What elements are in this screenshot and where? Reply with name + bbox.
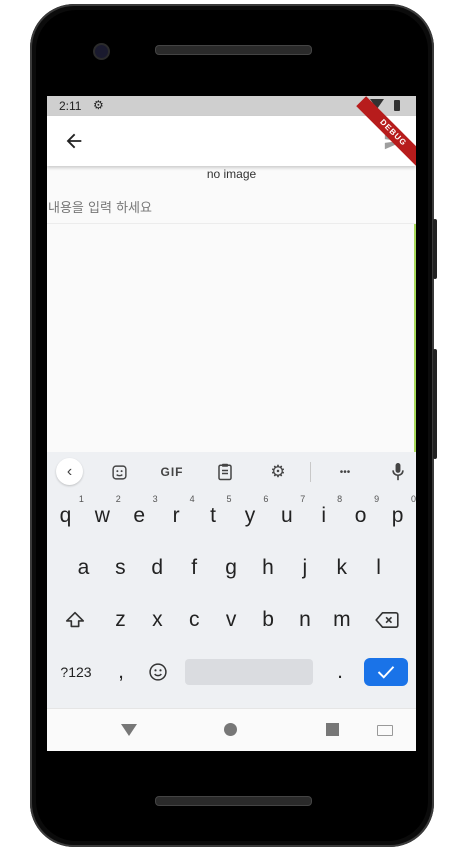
key-y[interactable]: y6 [232, 494, 269, 536]
content-input[interactable] [47, 193, 416, 223]
top-speaker [155, 45, 312, 55]
shift-icon [65, 611, 85, 628]
keyboard-toolbar: ‹ GIF ⚙ ••• [47, 452, 416, 492]
backspace-icon [375, 611, 399, 629]
status-time: 2:11 [59, 99, 82, 113]
emoji-key[interactable] [141, 652, 175, 692]
key-c[interactable]: c [176, 600, 213, 640]
enter-key[interactable] [364, 658, 408, 686]
nav-back-icon[interactable] [121, 724, 137, 736]
key-v[interactable]: v [213, 600, 250, 640]
key-t[interactable]: t5 [195, 494, 231, 536]
battery-icon [394, 100, 400, 111]
key-m[interactable]: m [323, 600, 360, 640]
arrow-back-icon[interactable] [63, 130, 85, 152]
edge-highlight [414, 224, 416, 452]
app-bar: DEBUG [47, 96, 416, 170]
key-d[interactable]: d [139, 548, 176, 588]
power-button [433, 349, 437, 459]
emoji-icon [149, 663, 167, 681]
key-o[interactable]: o9 [342, 494, 379, 536]
symbols-key[interactable]: ?123 [51, 652, 101, 692]
nav-home-icon[interactable] [224, 723, 237, 736]
key-q[interactable]: q1 [47, 494, 84, 536]
key-z[interactable]: z [102, 600, 139, 640]
soft-keyboard: ‹ GIF ⚙ ••• q1w2e3r4t5y6u7i8o9p0 asdfghjk… [47, 452, 416, 708]
key-p[interactable]: p0 [379, 494, 416, 536]
key-i[interactable]: i8 [305, 494, 342, 536]
space-key[interactable] [185, 659, 313, 685]
front-camera [93, 43, 110, 60]
toolbar-separator [310, 462, 311, 482]
comma-key[interactable]: , [107, 652, 135, 692]
key-f[interactable]: f [176, 548, 213, 588]
navigation-bar [47, 708, 416, 751]
key-s[interactable]: s [102, 548, 139, 588]
chevron-left-icon[interactable]: ‹ [56, 458, 83, 485]
key-b[interactable]: b [250, 600, 287, 640]
gear-icon[interactable]: ⚙ [266, 460, 290, 484]
key-hint-0: 0 [410, 494, 416, 504]
period-key[interactable]: . [325, 652, 355, 692]
key-h[interactable]: h [250, 548, 287, 588]
volume-button [433, 219, 437, 279]
keyboard-switch-icon[interactable] [377, 725, 393, 736]
key-j[interactable]: j [286, 548, 323, 588]
clipboard-icon[interactable] [213, 460, 237, 484]
key-l[interactable]: l [360, 548, 397, 588]
key-g[interactable]: g [213, 548, 250, 588]
input-divider [47, 223, 416, 224]
bottom-speaker [155, 796, 312, 806]
key-w[interactable]: w2 [84, 494, 121, 536]
key-r[interactable]: r4 [158, 494, 195, 536]
device-screen: 2:11 ⚙ DEBUG no image ‹ GIF ⚙ ••• [47, 96, 416, 751]
shift-key[interactable] [53, 600, 97, 640]
key-a[interactable]: a [65, 548, 102, 588]
image-placeholder-text[interactable]: no image [47, 167, 416, 181]
key-e[interactable]: e3 [121, 494, 157, 536]
backspace-key[interactable] [365, 600, 409, 640]
microphone-icon[interactable] [386, 460, 410, 484]
key-u[interactable]: u7 [268, 494, 305, 536]
settings-icon: ⚙ [93, 98, 104, 112]
gif-button[interactable]: GIF [157, 460, 187, 484]
sticker-icon[interactable] [107, 460, 131, 484]
key-n[interactable]: n [287, 600, 324, 640]
check-icon [377, 666, 395, 679]
more-icon[interactable]: ••• [330, 460, 360, 484]
nav-recents-icon[interactable] [326, 723, 339, 736]
key-x[interactable]: x [139, 600, 176, 640]
key-k[interactable]: k [323, 548, 360, 588]
